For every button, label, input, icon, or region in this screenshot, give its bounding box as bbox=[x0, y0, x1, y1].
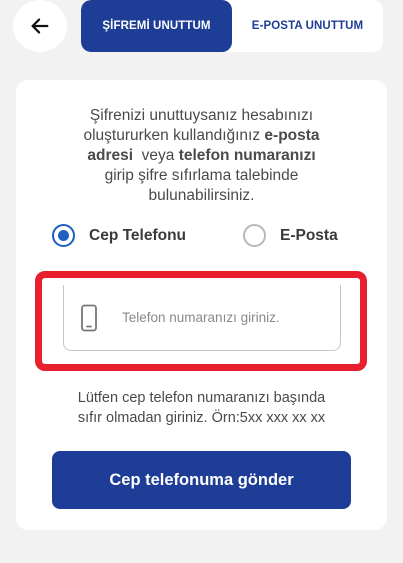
description-line: Şifrenizi unuttuysanız hesabınızı bbox=[89, 107, 314, 124]
tab-forgot-password[interactable]: ŞİFREMİ UNUTTUM bbox=[81, 0, 232, 52]
hint-text: Lütfen cep telefon numaranızı başında sı… bbox=[16, 388, 387, 428]
description-fragment: oluştururken kullandığınız bbox=[83, 127, 265, 144]
radio-label: E-Posta bbox=[280, 226, 338, 244]
hint-line: Lütfen cep telefon numaranızı başında bbox=[77, 390, 326, 406]
description-line: bulunabilirsiniz. bbox=[148, 187, 255, 204]
radio-label: Cep Telefonu bbox=[89, 226, 187, 244]
description-bold: adresi bbox=[87, 147, 134, 164]
tab-switcher: ŞİFREMİ UNUTTUM E-POSTA UNUTTUM bbox=[81, 0, 383, 52]
description-line: girip şifre sıfırlama talebinde bbox=[104, 167, 299, 184]
radio-email[interactable]: E-Posta bbox=[243, 224, 338, 247]
radio-checked-icon bbox=[52, 224, 75, 247]
tab-forgot-email[interactable]: E-POSTA UNUTTUM bbox=[232, 0, 383, 52]
send-to-phone-button[interactable]: Cep telefonuma gönder bbox=[52, 451, 351, 509]
radio-unchecked-icon bbox=[243, 224, 266, 247]
radio-phone[interactable]: Cep Telefonu bbox=[52, 224, 186, 247]
description-line: oluştururken kullandığınız e-posta bbox=[16, 126, 387, 146]
reset-card: Şifrenizi unuttuysanız hesabınızı oluştu… bbox=[16, 80, 387, 530]
hint-line: sıfır olmadan giriniz. Örn:5xx xxx xx xx bbox=[77, 410, 326, 426]
phone-input[interactable] bbox=[122, 310, 332, 325]
method-radio-group: Cep Telefonu E-Posta bbox=[16, 224, 387, 250]
description-bold: telefon numaranızı bbox=[178, 147, 316, 164]
back-button[interactable] bbox=[13, 0, 67, 52]
mobile-phone-icon bbox=[81, 304, 97, 331]
description-text: Şifrenizi unuttuysanız hesabınızı oluştu… bbox=[16, 106, 387, 206]
description-bold: e-posta bbox=[264, 127, 320, 144]
forgot-password-screen: ŞİFREMİ UNUTTUM E-POSTA UNUTTUM Şifreniz… bbox=[0, 0, 403, 563]
description-fragment: veya bbox=[133, 147, 179, 164]
phone-field[interactable] bbox=[63, 285, 341, 351]
arrow-left-icon bbox=[31, 18, 49, 34]
description-line: adresi veya telefon numaranızı bbox=[16, 146, 387, 166]
